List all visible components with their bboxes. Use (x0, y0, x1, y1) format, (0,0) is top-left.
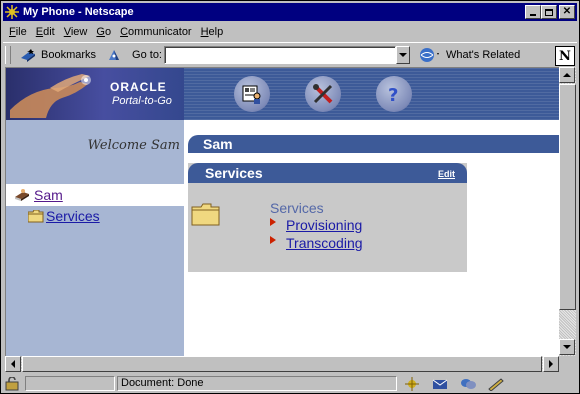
services-box-header: Services Edit (188, 163, 467, 183)
edit-link[interactable]: Edit (438, 169, 455, 179)
security-lock-icon[interactable] (5, 376, 21, 391)
menu-go[interactable]: Go (96, 26, 111, 38)
toolbar-grip[interactable] (5, 45, 11, 64)
browser-window: My Phone - Netscape ✕ File Edit View Go Comm… (0, 0, 580, 394)
tree-item-services[interactable]: Services (28, 208, 100, 224)
arrow-down-icon (563, 345, 571, 349)
help-button[interactable]: ? (376, 76, 412, 112)
main-panel: Sam Services Edit Services Provisioning (184, 120, 559, 356)
whats-related-button[interactable]: What's Related (418, 47, 520, 63)
progress-bar (25, 376, 115, 391)
transcoding-link[interactable]: Transcoding (286, 235, 363, 251)
hand-graphic-icon (10, 74, 91, 118)
services-folder-label: Services (270, 200, 324, 216)
service-row-transcoding: Transcoding (270, 235, 363, 251)
goto-label: Go to: (132, 48, 162, 61)
navigator-icon[interactable] (403, 376, 421, 391)
url-input[interactable] (164, 45, 396, 64)
scroll-corner (559, 356, 576, 372)
minimize-icon (530, 14, 536, 16)
tree-item-sam-link[interactable]: Sam (34, 187, 63, 203)
component-bar (403, 376, 505, 391)
menu-edit[interactable]: Edit (36, 26, 55, 38)
arrow-right-icon (549, 360, 553, 368)
oracle-logo-area: ORACLE Portal-to-Go (6, 68, 184, 120)
chevron-down-icon (399, 52, 407, 57)
scroll-up-button[interactable] (559, 67, 575, 83)
bookmarks-label: Bookmarks (41, 48, 97, 61)
horizontal-scrollbar[interactable] (5, 356, 559, 372)
close-button[interactable]: ✕ (559, 5, 575, 19)
menu-file[interactable]: File (9, 26, 27, 38)
user-profile-icon (242, 85, 261, 104)
bullet-arrow-icon (270, 218, 276, 226)
whats-related-label: What's Related (446, 48, 521, 61)
whats-related-icon (420, 47, 439, 62)
scroll-down-button[interactable] (559, 339, 575, 355)
menu-bar: File Edit View Go Communicator Help (3, 22, 577, 41)
title-bar: My Phone - Netscape ✕ (3, 3, 577, 21)
user-profile-button[interactable] (234, 76, 270, 112)
bookmarks-button[interactable]: Bookmarks (19, 48, 96, 62)
bullet-arrow-icon (270, 236, 276, 244)
services-box-title: Services (205, 165, 263, 181)
menu-view[interactable]: View (64, 26, 88, 38)
welcome-message: Welcome Sam (87, 138, 180, 153)
location-toolbar: Bookmarks Go to: What's Related N (3, 42, 577, 66)
mail-icon[interactable] (431, 377, 449, 391)
vertical-scroll-thumb[interactable] (559, 84, 576, 310)
arrow-left-icon (11, 360, 15, 368)
menu-communicator[interactable]: Communicator (120, 26, 192, 38)
svg-text:?: ? (388, 85, 398, 105)
minimize-button[interactable] (525, 5, 541, 19)
user-header: Sam (188, 135, 559, 153)
service-row-provisioning: Provisioning (270, 217, 362, 233)
location-icon[interactable] (106, 47, 122, 63)
services-box: Services Edit Services Provisioning Tran… (188, 163, 467, 272)
tools-icon (313, 84, 333, 104)
help-icon: ? (388, 85, 398, 105)
menu-help[interactable]: Help (201, 26, 224, 38)
window-title: My Phone - Netscape (23, 6, 134, 18)
discussion-groups-icon[interactable] (459, 377, 477, 391)
maximize-icon (545, 8, 553, 16)
status-bar: Document: Done (3, 374, 577, 393)
status-text: Document: Done (117, 376, 397, 391)
scroll-left-button[interactable] (5, 356, 21, 372)
vertical-scrollbar[interactable] (559, 67, 576, 356)
horizontal-scroll-thumb[interactable] (22, 356, 542, 372)
page-content: ORACLE Portal-to-Go ? Welcome Sam Sam Se… (5, 67, 559, 356)
tree-item-sam[interactable]: Sam (6, 184, 184, 206)
tools-button[interactable] (305, 76, 341, 112)
oracle-brand: ORACLE (110, 80, 167, 94)
services-folder-icon[interactable] (191, 203, 221, 227)
netscape-logo-icon[interactable]: N (555, 46, 575, 66)
maximize-button[interactable] (541, 5, 557, 19)
user-book-icon (15, 189, 29, 201)
scroll-right-button[interactable] (543, 356, 559, 372)
portal-banner: ORACLE Portal-to-Go ? (6, 68, 559, 120)
close-icon: ✕ (562, 6, 572, 17)
provisioning-link[interactable]: Provisioning (286, 217, 362, 233)
arrow-up-icon (563, 73, 571, 77)
tree-item-services-link[interactable]: Services (46, 208, 100, 224)
portal-to-go-label: Portal-to-Go (112, 95, 172, 107)
bookmarks-icon (21, 48, 35, 62)
netscape-app-icon[interactable] (5, 5, 19, 19)
url-dropdown-button[interactable] (396, 45, 410, 64)
composer-icon[interactable] (487, 377, 505, 391)
folder-icon (28, 209, 44, 222)
left-navigation-panel: Welcome Sam Sam Services (6, 120, 184, 356)
